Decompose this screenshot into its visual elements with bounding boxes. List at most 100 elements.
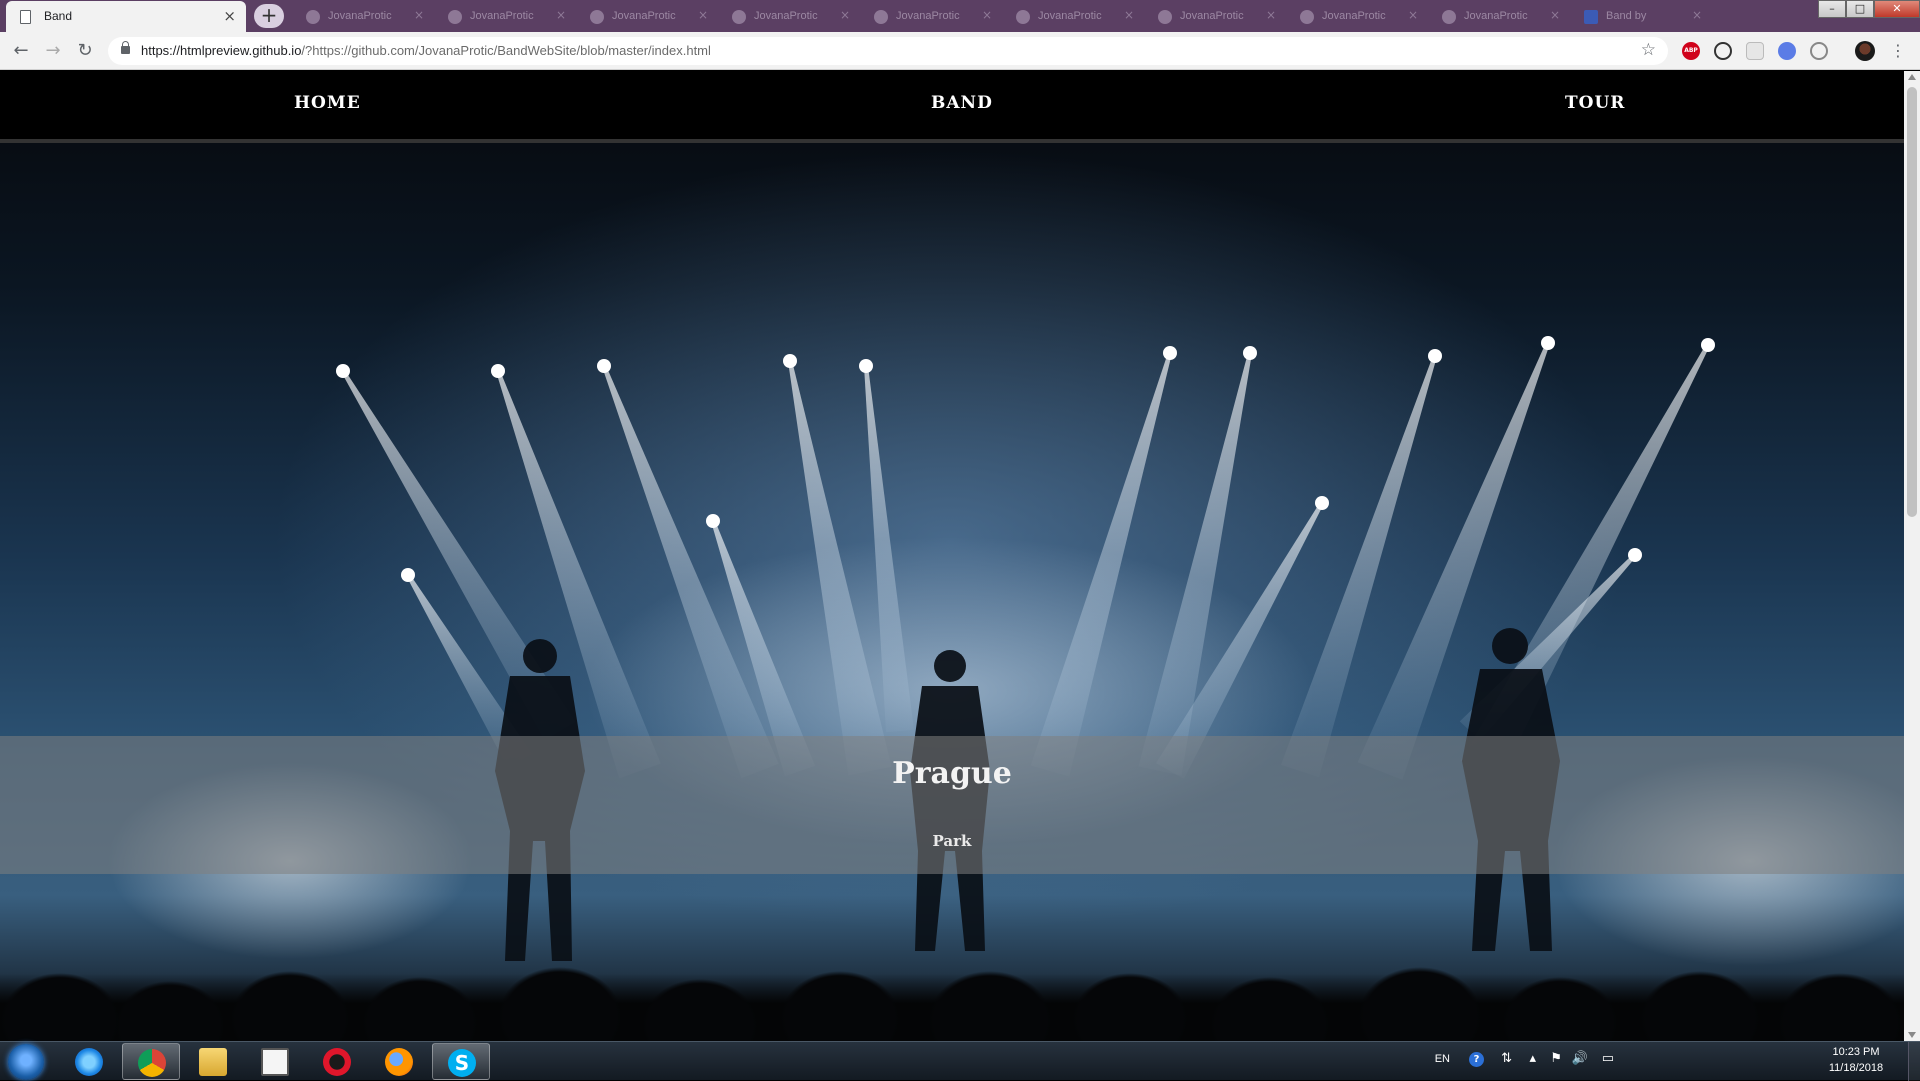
taskbar-internet-explorer[interactable] bbox=[60, 1043, 118, 1080]
maximize-button[interactable]: □ bbox=[1846, 0, 1874, 18]
background-tab[interactable]: JovanaProtic × bbox=[724, 4, 860, 30]
github-icon bbox=[448, 10, 462, 24]
venue-name: Park bbox=[932, 832, 972, 850]
close-tab-icon[interactable]: × bbox=[414, 8, 424, 22]
light-beam bbox=[864, 365, 914, 733]
tab-band[interactable]: Band × bbox=[6, 1, 246, 32]
opera-icon bbox=[323, 1048, 351, 1076]
background-tab[interactable]: JovanaProtic × bbox=[1292, 4, 1428, 30]
nav-band-link[interactable]: BAND bbox=[931, 93, 993, 113]
background-tab-title: JovanaProtic bbox=[1038, 10, 1102, 22]
help-icon[interactable]: ? bbox=[1469, 1052, 1484, 1067]
github-icon bbox=[590, 10, 604, 24]
taskbar-file-explorer[interactable] bbox=[184, 1043, 242, 1080]
scroll-up-arrow-icon[interactable] bbox=[1908, 74, 1916, 80]
taskbar-firefox[interactable] bbox=[370, 1043, 428, 1080]
spotlight-lamp bbox=[1243, 346, 1257, 360]
taskbar-notepad[interactable] bbox=[246, 1043, 304, 1080]
close-tab-icon[interactable]: × bbox=[1692, 8, 1702, 22]
scroll-down-arrow-icon[interactable] bbox=[1908, 1032, 1916, 1038]
tour-city-banner: Prague Park bbox=[0, 736, 1904, 874]
chrome-icon bbox=[138, 1049, 166, 1077]
profile-avatar[interactable] bbox=[1855, 41, 1875, 61]
github-icon bbox=[1016, 10, 1030, 24]
github-icon bbox=[1442, 10, 1456, 24]
tab-title: Band bbox=[44, 9, 73, 23]
background-tab-title: Band by bbox=[1606, 10, 1647, 22]
minimize-button[interactable]: – bbox=[1818, 0, 1846, 18]
language-indicator[interactable]: EN bbox=[1435, 1053, 1450, 1065]
spotlight-lamp bbox=[706, 514, 720, 528]
extension-shield-icon[interactable] bbox=[1778, 42, 1796, 60]
page-icon bbox=[20, 10, 31, 24]
background-tab[interactable]: JovanaProtic × bbox=[582, 4, 718, 30]
close-tab-icon[interactable]: × bbox=[840, 8, 850, 22]
github-icon bbox=[306, 10, 320, 24]
background-tab-title: JovanaProtic bbox=[470, 10, 534, 22]
background-tab[interactable]: JovanaProtic × bbox=[298, 4, 434, 30]
back-arrow-icon[interactable]: ← bbox=[10, 40, 32, 62]
adblock-plus-icon[interactable]: ABP bbox=[1682, 42, 1700, 60]
extension-blank-icon[interactable] bbox=[1746, 42, 1764, 60]
site-navigation: HOME BAND TOUR bbox=[0, 71, 1904, 143]
close-tab-icon[interactable]: × bbox=[1266, 8, 1276, 22]
background-tab[interactable]: JovanaProtic × bbox=[866, 4, 1002, 30]
city-title: Prague bbox=[892, 756, 1012, 791]
background-tab[interactable]: JovanaProtic × bbox=[1008, 4, 1144, 30]
show-desktop-button[interactable] bbox=[1908, 1042, 1920, 1081]
network-sync-icon[interactable]: ⇅ bbox=[1501, 1051, 1512, 1066]
address-bar[interactable]: https://htmlpreview.github.io/?https://g… bbox=[108, 37, 1668, 65]
close-tab-icon[interactable]: × bbox=[698, 8, 708, 22]
spotlight-lamp bbox=[1701, 338, 1715, 352]
volume-icon[interactable]: 🔊 bbox=[1572, 1051, 1588, 1066]
reload-icon[interactable]: ↻ bbox=[74, 40, 96, 62]
nav-tour-link[interactable]: TOUR bbox=[1565, 93, 1625, 113]
taskbar-opera[interactable] bbox=[308, 1043, 366, 1080]
background-tab[interactable]: JovanaProtic × bbox=[440, 4, 576, 30]
spotlight-lamp bbox=[783, 354, 797, 368]
close-tab-icon[interactable]: × bbox=[1550, 8, 1560, 22]
page-scrollbar[interactable] bbox=[1904, 71, 1920, 1041]
close-tab-icon[interactable]: × bbox=[556, 8, 566, 22]
extension-sync-icon[interactable] bbox=[1714, 42, 1732, 60]
url-text[interactable]: https://htmlpreview.github.io/?https://g… bbox=[141, 43, 711, 58]
system-tray: EN ? ⇅ ▴ ⚑ 🔊 ▭ 10:23 PM 11/18/2018 bbox=[1360, 1042, 1920, 1081]
background-tab-title: JovanaProtic bbox=[896, 10, 960, 22]
browser-toolbar: ← → ↻ https://htmlpreview.github.io/?htt… bbox=[0, 32, 1920, 70]
bookmark-star-icon[interactable]: ☆ bbox=[1641, 40, 1656, 60]
forward-arrow-icon[interactable]: → bbox=[42, 40, 64, 62]
start-button[interactable] bbox=[8, 1044, 44, 1080]
new-tab-button[interactable]: + bbox=[254, 4, 284, 28]
skype-extension-icon[interactable] bbox=[1810, 42, 1828, 60]
close-tab-icon[interactable]: × bbox=[982, 8, 992, 22]
scrollbar-thumb[interactable] bbox=[1907, 87, 1917, 517]
spotlight-lamp bbox=[859, 359, 873, 373]
taskbar-skype[interactable]: S bbox=[432, 1043, 490, 1080]
clock-date[interactable]: 11/18/2018 bbox=[1816, 1062, 1896, 1074]
action-center-flag-icon[interactable]: ⚑ bbox=[1550, 1051, 1562, 1066]
clock-time[interactable]: 10:23 PM bbox=[1816, 1046, 1896, 1058]
taskbar-chrome[interactable] bbox=[122, 1043, 180, 1080]
close-window-button[interactable]: ✕ bbox=[1874, 0, 1920, 18]
firefox-icon bbox=[385, 1048, 413, 1076]
background-tab-title: JovanaProtic bbox=[612, 10, 676, 22]
nav-home-link[interactable]: HOME bbox=[294, 93, 361, 113]
browser-menu-icon[interactable]: ⋮ bbox=[1890, 41, 1906, 60]
background-tab[interactable]: Band by × bbox=[1576, 4, 1712, 30]
close-tab-icon[interactable]: × bbox=[223, 7, 236, 25]
windows-taskbar: S EN ? ⇅ ▴ ⚑ 🔊 ▭ 10:23 PM 11/18/2018 bbox=[0, 1041, 1920, 1081]
github-icon bbox=[732, 10, 746, 24]
background-tab-title: JovanaProtic bbox=[754, 10, 818, 22]
close-tab-icon[interactable]: × bbox=[1124, 8, 1134, 22]
internet-explorer-icon bbox=[75, 1048, 103, 1076]
network-icon[interactable]: ▭ bbox=[1602, 1051, 1614, 1066]
show-hidden-icons-icon[interactable]: ▴ bbox=[1529, 1051, 1536, 1066]
facebook-icon bbox=[1584, 10, 1598, 24]
github-icon bbox=[1158, 10, 1172, 24]
light-beam bbox=[788, 360, 892, 776]
spotlight-lamp bbox=[597, 359, 611, 373]
close-tab-icon[interactable]: × bbox=[1408, 8, 1418, 22]
background-tab[interactable]: JovanaProtic × bbox=[1150, 4, 1286, 30]
background-tab[interactable]: JovanaProtic × bbox=[1434, 4, 1570, 30]
lock-icon[interactable] bbox=[121, 41, 130, 54]
